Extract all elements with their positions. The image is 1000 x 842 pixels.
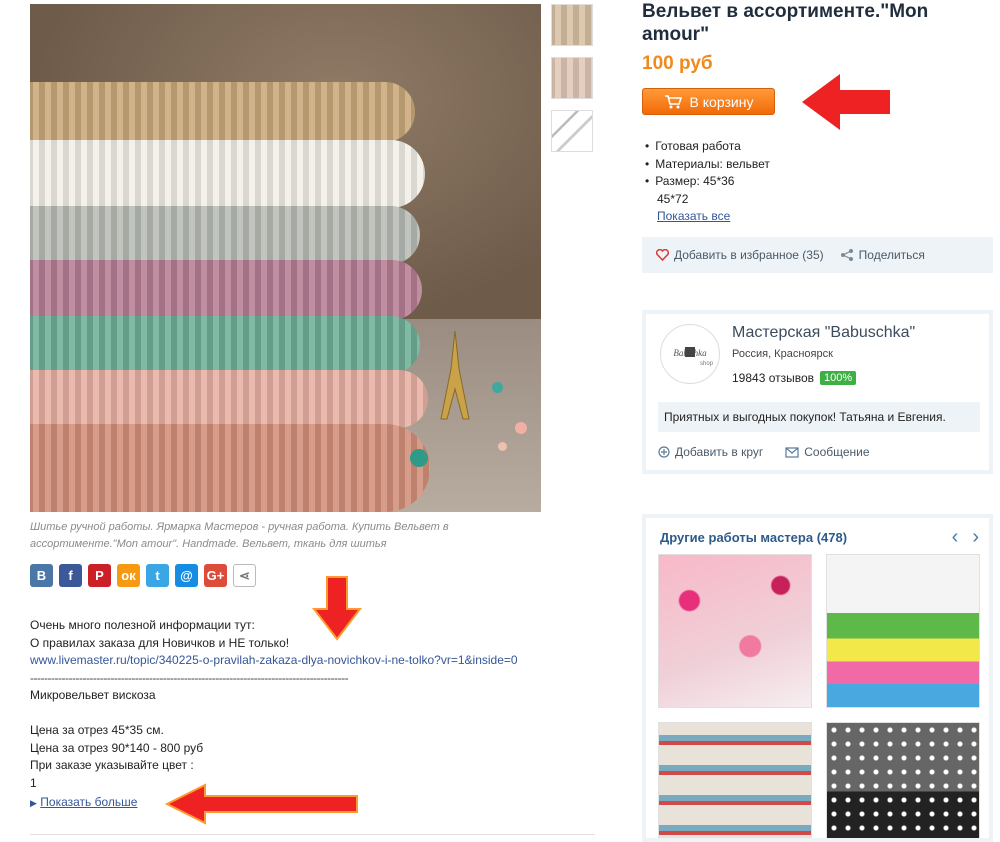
thumbnail-strip: [551, 4, 595, 163]
share-icon: [840, 249, 853, 261]
shop-greeting: Приятных и выгодных покупок! Татьяна и Е…: [658, 402, 980, 432]
twitter-icon[interactable]: t: [146, 564, 169, 587]
bead-teal: [492, 382, 503, 393]
annotation-arrow-left-bottom: [165, 783, 358, 825]
add-to-cart-label: В корзину: [689, 93, 754, 110]
expand-triangle-icon: ▶: [30, 798, 37, 808]
fabric-grey: [30, 206, 420, 264]
mailru-icon[interactable]: @: [175, 564, 198, 587]
shop-card: Bab shka shop Мастерская "Babuschka" Рос…: [642, 310, 993, 474]
fabric-green: [30, 316, 420, 374]
property-item: Материалы: вельвет: [645, 156, 770, 174]
property-item: Готовая работа: [645, 138, 770, 156]
reviews-count[interactable]: 19843 отзывов: [732, 371, 814, 385]
product-main-photo[interactable]: [30, 4, 541, 512]
other-work-item[interactable]: [658, 722, 812, 838]
message-label: Сообщение: [804, 445, 870, 459]
other-work-item[interactable]: [826, 722, 980, 838]
add-to-favorites-button[interactable]: Добавить в избранное (35): [656, 248, 824, 262]
vk-icon[interactable]: В: [30, 564, 53, 587]
fabric-white: [30, 140, 425, 208]
product-properties: Готовая работа Материалы: вельвет Размер…: [645, 138, 770, 226]
bead-peach: [498, 442, 507, 451]
share-button[interactable]: Поделиться: [840, 248, 925, 262]
bead-pink: [515, 422, 527, 434]
other-work-item[interactable]: [826, 554, 980, 708]
eiffel-tower-figurine: [440, 330, 470, 420]
product-price: 100 руб: [642, 53, 713, 74]
annotation-arrow-down: [312, 576, 362, 641]
other-works-title[interactable]: Другие работы мастера (478): [660, 530, 847, 545]
fabric-mauve: [30, 260, 422, 320]
annotation-arrow-left-top: [802, 74, 890, 130]
shop-reviews: 19843 отзывов 100%: [732, 371, 857, 385]
rating-badge: 100%: [820, 371, 857, 385]
svg-text:shop: shop: [700, 361, 714, 367]
pinterest-icon[interactable]: P: [88, 564, 111, 587]
shop-logo-mark: Bab shka shop: [673, 347, 714, 367]
other-works-panel: Другие работы мастера (478) ‹ ›: [642, 514, 993, 842]
add-to-cart-button[interactable]: В корзину: [642, 88, 775, 115]
shop-name[interactable]: Мастерская "Babuschka": [732, 324, 915, 342]
fabric-salmon: [30, 424, 430, 512]
property-item: Размер: 45*36: [645, 173, 770, 191]
shop-location: Россия, Красноярск: [732, 348, 833, 360]
heart-icon: [656, 249, 669, 261]
product-title: Вельвет в ассортименте."Mon amour": [642, 1, 929, 45]
share-label: Поделиться: [858, 248, 925, 262]
desc-line: Цена за отрез 45*35 см.: [30, 723, 164, 737]
social-share-bar: Вf Pок t @ G+ ⋖: [30, 564, 256, 587]
next-arrow-icon[interactable]: ›: [972, 526, 979, 549]
favorites-label: Добавить в избранное (35): [674, 248, 824, 262]
envelope-icon: [785, 446, 799, 458]
prev-arrow-icon[interactable]: ‹: [952, 526, 959, 549]
desc-line: Микровельвет вискоза: [30, 688, 156, 702]
fabric-pink: [30, 370, 428, 428]
odnoklassniki-icon[interactable]: ок: [117, 564, 140, 587]
share-icon[interactable]: ⋖: [233, 564, 256, 587]
photo-caption: Шитье ручной работы. Ярмарка Мастеров - …: [30, 521, 449, 550]
add-circle-label: Добавить в круг: [675, 445, 764, 459]
shop-logo[interactable]: Bab shka shop: [660, 324, 720, 384]
thumbnail-3[interactable]: [551, 110, 593, 152]
desc-divider: ----------------------------------------…: [30, 670, 349, 685]
favorite-share-bar: Добавить в избранное (35) Поделиться: [642, 237, 993, 273]
desc-line: Цена за отрез 90*140 - 800 руб: [30, 740, 204, 755]
show-all-link[interactable]: Показать все: [645, 208, 770, 226]
other-work-item[interactable]: [658, 554, 812, 708]
show-more-link[interactable]: Показать больше: [40, 795, 137, 809]
facebook-icon[interactable]: f: [59, 564, 82, 587]
carousel-nav: ‹ ›: [952, 526, 979, 549]
send-message-button[interactable]: Сообщение: [785, 445, 870, 459]
divider: [30, 834, 595, 835]
thumbnail-2[interactable]: [551, 57, 593, 99]
property-continuation: 45*72: [657, 191, 689, 206]
desc-line: При заказе указывайте цвет :: [30, 758, 194, 772]
thumbnail-1[interactable]: [551, 4, 593, 46]
add-to-circle-button[interactable]: Добавить в круг: [658, 445, 763, 459]
rules-link[interactable]: www.livemaster.ru/topic/340225-o-pravila…: [30, 653, 518, 667]
plus-circle-icon: [658, 446, 670, 458]
fabric-beige: [30, 82, 415, 142]
cart-icon: [664, 95, 682, 109]
bead-green: [410, 449, 428, 467]
googleplus-icon[interactable]: G+: [204, 564, 227, 587]
shop-actions: Добавить в круг Сообщение: [658, 445, 870, 459]
